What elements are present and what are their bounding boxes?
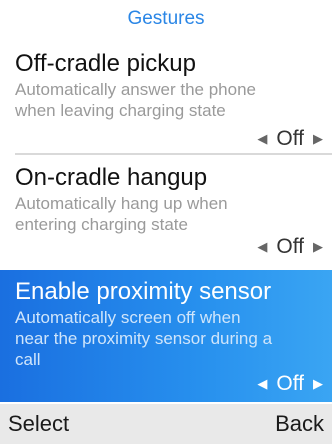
- triangle-left-icon[interactable]: ◀: [257, 240, 267, 253]
- triangle-right-icon[interactable]: ▶: [313, 132, 323, 145]
- triangle-right-icon[interactable]: ▶: [313, 240, 323, 253]
- divider: [15, 153, 332, 155]
- select-softkey[interactable]: Select: [8, 411, 69, 437]
- setting-enable-proximity-sensor[interactable]: Enable proximity sensor Automatically sc…: [0, 270, 332, 402]
- setting-off-cradle-pickup[interactable]: Off-cradle pickup Automatically answer t…: [0, 50, 332, 151]
- triangle-left-icon[interactable]: ◀: [257, 132, 267, 145]
- back-softkey[interactable]: Back: [275, 411, 324, 437]
- setting-description-line: when leaving charging state: [15, 101, 226, 120]
- setting-on-cradle-hangup[interactable]: On-cradle hangup Automatically hang up w…: [0, 164, 332, 264]
- setting-description-line: entering charging state: [15, 215, 188, 234]
- setting-description-line: Automatically answer the phone: [15, 80, 256, 99]
- value-selector[interactable]: ◀ Off ▶: [257, 373, 323, 394]
- triangle-left-icon[interactable]: ◀: [257, 377, 267, 390]
- value-selector[interactable]: ◀ Off ▶: [257, 128, 323, 149]
- setting-description: Automatically hang up when entering char…: [15, 193, 322, 235]
- softkey-bar: Select Back: [0, 404, 332, 444]
- setting-title: Enable proximity sensor: [15, 278, 272, 305]
- setting-description-line: near the proximity sensor during a: [15, 329, 273, 348]
- setting-description-line: Automatically screen off when: [15, 308, 241, 327]
- setting-description: Automatically screen off when near the p…: [15, 307, 322, 370]
- setting-title: On-cradle hangup: [15, 164, 208, 191]
- setting-title: Off-cradle pickup: [15, 50, 196, 77]
- setting-value: Off: [276, 127, 304, 150]
- setting-description-line: Automatically hang up when: [15, 194, 228, 213]
- setting-description-line: call: [15, 350, 41, 369]
- value-selector[interactable]: ◀ Off ▶: [257, 236, 323, 257]
- page-title: Gestures: [127, 8, 205, 29]
- gestures-screen: Gestures Off-cradle pickup Automatically…: [0, 0, 332, 444]
- setting-description: Automatically answer the phone when leav…: [15, 79, 322, 121]
- setting-value: Off: [276, 235, 304, 258]
- triangle-right-icon[interactable]: ▶: [313, 377, 323, 390]
- setting-value: Off: [276, 372, 304, 395]
